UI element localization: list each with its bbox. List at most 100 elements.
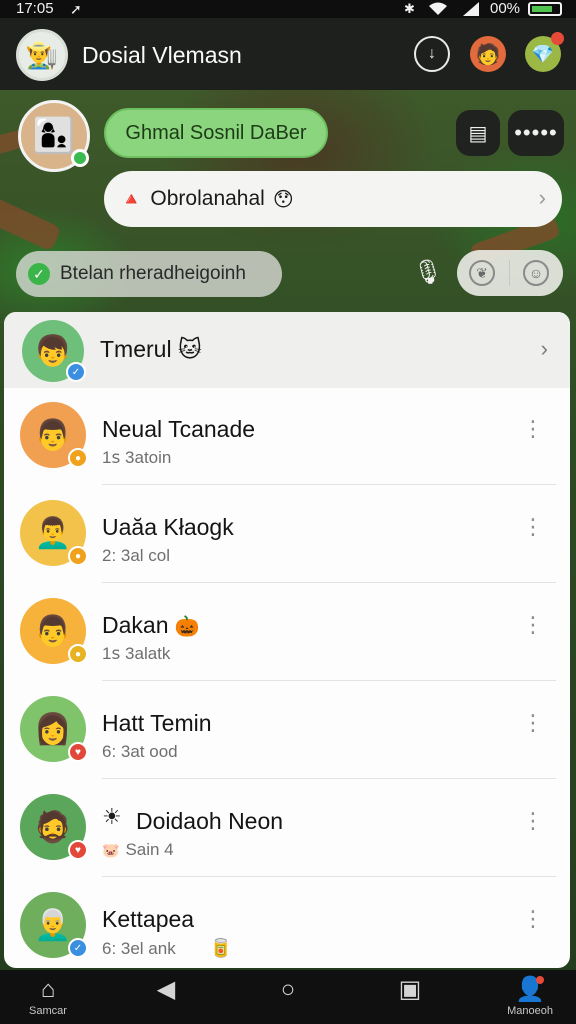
more-vertical-icon[interactable]: ⋮ [522, 614, 544, 636]
list-item[interactable]: 👩 ♥ Hatt Temin 6: 3at ood ⋮ [4, 682, 570, 779]
nav-manage[interactable]: 👤 Manoeoh [494, 976, 566, 1018]
friend-name: Dakan 🎃 [102, 612, 199, 639]
status-badge-icon: ● [68, 448, 88, 468]
friend-subtitle: 1ꜱ 3alatk [102, 644, 171, 663]
friend-subtitle-text: 6: 3el ank [102, 939, 176, 958]
home-circle-icon: ○ [280, 976, 296, 1003]
avatar: 🧔 ♥ [20, 794, 88, 860]
friends-header[interactable]: 👦 ✓ Tmerul 🐱 › [4, 312, 570, 388]
chevron-right-icon: › [540, 336, 548, 361]
list-item[interactable]: 👨‍🦱 ● Uaăa Kłaogk 2: 3al col ⋮ [4, 486, 570, 583]
can-icon: 🥫 [209, 938, 233, 958]
pig-icon: 🐷 [102, 842, 120, 858]
cone-icon: 🔺 [120, 188, 143, 209]
list-item[interactable]: 👨 ● Dakan 🎃 1ꜱ 3alatk ⋮ [4, 584, 570, 681]
gift-icon: 💎 [531, 43, 555, 64]
friend-name-text: Dakan [102, 612, 169, 638]
more-vertical-icon[interactable]: ⋮ [522, 908, 544, 930]
friend-subtitle: 🐷 Sain 4 [102, 840, 174, 860]
family-avatar-icon: 👩‍👦 [32, 117, 76, 155]
chat-pill[interactable]: 🔺 Obrolanahal 😯 › [104, 171, 562, 227]
status-pill[interactable]: ✓ Btelan rheradheigoinh [16, 251, 282, 297]
friend-subtitle: 2: 3al col [102, 546, 171, 565]
leaf-icon[interactable]: ❦ [469, 260, 495, 286]
divider [102, 778, 556, 779]
home-icon: ⌂ [40, 976, 56, 1003]
friend-subtitle: 1ꜱ 3atoin [102, 448, 172, 467]
more-vertical-icon[interactable]: ⋮ [522, 516, 544, 538]
farmer-avatar-icon[interactable]: 👨‍🌾 [16, 29, 68, 81]
cat-emoji-icon: 🐱 [177, 336, 202, 362]
more-vertical-icon[interactable]: ⋮ [522, 712, 544, 734]
status-badge-icon: ● [68, 644, 88, 664]
app-header: 👨‍🌾 Dosial Vlemasn ↓ 🧑 💎 [0, 18, 576, 90]
friend-name: Uaăa Kłaogk [102, 514, 234, 540]
check-icon: ✓ [28, 263, 50, 285]
smiley-icon[interactable]: ☺ [523, 260, 549, 286]
divider [102, 876, 556, 877]
reaction-pill[interactable]: ❦ ☺ [457, 250, 563, 296]
microphone-icon[interactable]: 🎙 [412, 258, 444, 290]
more-vertical-icon[interactable]: ⋮ [522, 418, 544, 440]
chevron-right-icon: › [538, 185, 546, 210]
status-badge-icon: ● [68, 546, 88, 566]
list-item[interactable]: 🧔 ♥ ☀ Doidaoh Neon 🐷 Sain 4 ⋮ [4, 780, 570, 877]
friend-subtitle-text: Sain 4 [125, 840, 174, 859]
friend-name: Hatt Temin [102, 710, 212, 736]
download-button[interactable]: ↓ [414, 36, 450, 72]
status-text: Btelan rheradheigoinh [60, 263, 246, 284]
status-badge-icon: ♥ [68, 840, 88, 860]
avatar: 👨‍🦱 ● [20, 500, 88, 566]
download-icon: ↓ [428, 45, 436, 62]
nav-back[interactable]: ◀ [148, 976, 184, 1004]
friend-badge-icon: ✓ [66, 362, 86, 382]
nav-home[interactable]: ⌂ Samcar [20, 976, 76, 1018]
notification-dot [536, 976, 544, 984]
status-badge-icon: ✓ [68, 938, 88, 958]
pumpkin-emoji-icon: 🎃 [174, 616, 200, 638]
more-dots-icon: ••••• [514, 120, 558, 145]
notes-icon: ▤ [468, 122, 488, 145]
nav-home-label: Samcar [29, 1005, 67, 1017]
friend-name: Doidaoh Neon [136, 808, 284, 834]
surprised-emoji-icon: 😯 [272, 188, 294, 211]
notes-button[interactable]: ▤ [456, 110, 500, 156]
profile-icon: 🧑 [475, 43, 501, 66]
chat-label: Obrolanahal [150, 187, 265, 210]
nav-home-circle[interactable]: ○ [270, 976, 306, 1004]
profile-button[interactable]: 🧑 [470, 36, 506, 72]
avatar: 👦 ✓ [22, 320, 86, 382]
list-item[interactable]: 👨‍🦳 ✓ Kettapea 6: 3el ank 🥫 ⋮ [4, 878, 570, 968]
more-button[interactable]: ••••• [508, 110, 564, 156]
gift-button[interactable]: 💎 [525, 32, 564, 72]
group-name-pill[interactable]: Ghmal Sosnil DaBer [104, 108, 328, 158]
friend-subtitle: 6: 3el ank 🥫 [102, 938, 232, 959]
avatar: 👩 ♥ [20, 696, 88, 762]
divider [102, 484, 556, 485]
friend-subtitle: 6: 3at ood [102, 742, 178, 761]
notification-dot [551, 32, 564, 45]
divider [102, 582, 556, 583]
location-arrow-icon: ➚ [70, 1, 82, 17]
friends-header-text: Tmerul [100, 336, 172, 362]
friends-card: 👦 ✓ Tmerul 🐱 › 👨 ● Neual Tcanade 1ꜱ 3ato… [4, 312, 570, 968]
divider [102, 680, 556, 681]
nav-manage-label: Manoeoh [507, 1005, 553, 1017]
list-item[interactable]: 👨 ● Neual Tcanade 1ꜱ 3atoin ⋮ [4, 388, 570, 485]
more-vertical-icon[interactable]: ⋮ [522, 810, 544, 832]
wood-log [0, 194, 62, 252]
nav-tabs[interactable]: ▣ [392, 976, 428, 1004]
page-title: Dosial Vlemasn [82, 42, 242, 68]
avatar: 👨‍🦳 ✓ [20, 892, 88, 958]
friend-name: Neual Tcanade [102, 416, 256, 442]
back-icon: ◀ [156, 976, 176, 1003]
avatar: 👨 ● [20, 598, 88, 664]
friends-header-label: Tmerul 🐱 [100, 336, 202, 363]
clock: 17:05 [16, 0, 54, 17]
online-status-dot [71, 149, 89, 167]
friend-name: Kettapea [102, 906, 195, 932]
user-avatar[interactable]: 👩‍👦 [18, 100, 90, 172]
bottom-nav: ⌂ Samcar ◀ ○ ▣ 👤 Manoeoh [0, 970, 576, 1024]
person-icon: 👤 [515, 976, 545, 1003]
battery-icon [528, 2, 562, 16]
